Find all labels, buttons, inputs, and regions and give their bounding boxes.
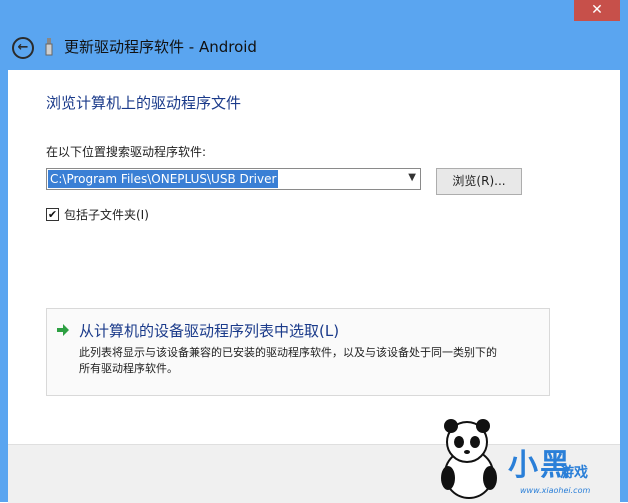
include-subfolders-checkbox[interactable]: ✔ <box>46 208 59 221</box>
browse-button[interactable]: 浏览(R)... <box>436 168 522 195</box>
close-icon: ✕ <box>591 2 603 18</box>
path-input-value[interactable]: C:\Program Files\ONEPLUS\USB Driver <box>48 170 279 188</box>
usb-device-icon <box>45 38 53 56</box>
green-arrow-icon <box>57 324 69 336</box>
window-border-right <box>620 70 628 502</box>
option-title[interactable]: 从计算机的设备驱动程序列表中选取(L) <box>79 320 339 341</box>
wizard-content: 浏览计算机上的驱动程序文件 在以下位置搜索驱动程序软件: C:\Program … <box>8 70 620 444</box>
pick-from-list-option[interactable]: 从计算机的设备驱动程序列表中选取(L) 此列表将显示与该设备兼容的已安装的驱动程… <box>46 308 550 396</box>
option-description-line1: 此列表将显示与该设备兼容的已安装的驱动程序软件，以及与该设备处于同一类别下的 <box>79 346 497 359</box>
panda-logo-icon <box>441 419 497 499</box>
search-location-label: 在以下位置搜索驱动程序软件: <box>46 145 207 159</box>
watermark-game: 游戏 <box>560 465 588 481</box>
watermark-url: www.xiaohei.com <box>520 486 591 495</box>
include-subfolders-label[interactable]: 包括子文件夹(I) <box>64 206 149 223</box>
back-arrow-icon: ← <box>17 40 29 55</box>
page-heading: 浏览计算机上的驱动程序文件 <box>46 94 242 112</box>
window-title: 更新驱动程序软件 - Android <box>64 38 257 56</box>
title-bar <box>0 0 628 70</box>
path-combobox[interactable]: C:\Program Files\ONEPLUS\USB Driver ▼ <box>46 168 421 190</box>
window-border-left <box>0 70 8 502</box>
option-description-line2: 所有驱动程序软件。 <box>79 362 178 375</box>
close-button[interactable]: ✕ <box>574 0 620 21</box>
back-button[interactable]: ← <box>12 37 34 59</box>
checkbox-check-icon: ✔ <box>47 208 58 221</box>
dropdown-arrow-icon[interactable]: ▼ <box>408 172 416 183</box>
